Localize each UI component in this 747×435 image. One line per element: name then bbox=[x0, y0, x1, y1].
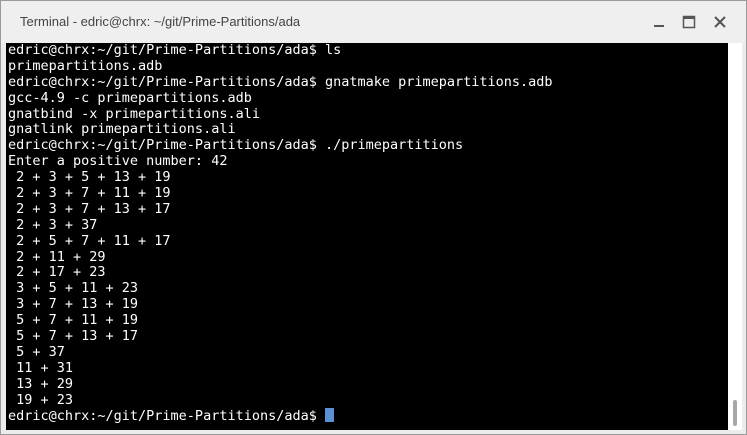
terminal-text: edric@chrx:~/git/Prime-Partitions/ada$ l… bbox=[8, 43, 553, 424]
prompt-line: edric@chrx:~/git/Prime-Partitions/ada$ bbox=[8, 408, 553, 424]
terminal-line: 5 + 37 bbox=[8, 343, 65, 360]
close-icon bbox=[714, 16, 726, 28]
prompt-text: edric@chrx:~/git/Prime-Partitions/ada$ bbox=[8, 408, 325, 425]
minimize-icon bbox=[654, 25, 664, 27]
terminal-line: 2 + 3 + 5 + 13 + 19 bbox=[8, 169, 171, 186]
window-title: Terminal - edric@chrx: ~/git/Prime-Parti… bbox=[20, 14, 301, 29]
terminal-line: 2 + 11 + 29 bbox=[8, 248, 106, 265]
minimize-button[interactable] bbox=[649, 12, 669, 32]
maximize-icon bbox=[682, 15, 696, 29]
terminal-output[interactable]: edric@chrx:~/git/Prime-Partitions/ada$ l… bbox=[6, 43, 728, 430]
scrollbar[interactable] bbox=[728, 43, 742, 430]
terminal-line: 5 + 7 + 13 + 17 bbox=[8, 328, 139, 345]
terminal-line: gnatbind -x primepartitions.ali bbox=[8, 105, 260, 122]
terminal-line: 2 + 3 + 7 + 13 + 17 bbox=[8, 200, 171, 217]
terminal-line: edric@chrx:~/git/Prime-Partitions/ada$ .… bbox=[8, 137, 464, 154]
terminal-line: edric@chrx:~/git/Prime-Partitions/ada$ g… bbox=[8, 73, 553, 90]
terminal-line: 2 + 17 + 23 bbox=[8, 264, 106, 281]
terminal-line: 2 + 5 + 7 + 11 + 17 bbox=[8, 232, 171, 249]
terminal-line: gnatlink primepartitions.ali bbox=[8, 121, 236, 138]
scrollbar-thumb[interactable] bbox=[733, 400, 737, 426]
terminal-line: 3 + 7 + 13 + 19 bbox=[8, 296, 139, 313]
terminal-line: 5 + 7 + 11 + 19 bbox=[8, 312, 139, 329]
terminal-line: Enter a positive number: 42 bbox=[8, 153, 228, 170]
title-bar[interactable]: Terminal - edric@chrx: ~/git/Prime-Parti… bbox=[1, 1, 746, 43]
close-button[interactable] bbox=[710, 12, 730, 32]
terminal-line: 19 + 23 bbox=[8, 391, 74, 408]
text-cursor bbox=[324, 408, 334, 423]
terminal-window: Terminal - edric@chrx: ~/git/Prime-Parti… bbox=[0, 0, 747, 435]
terminal-line: 2 + 3 + 37 bbox=[8, 216, 98, 233]
terminal-line: 11 + 31 bbox=[8, 359, 74, 376]
terminal-line: 13 + 29 bbox=[8, 375, 74, 392]
terminal-line: edric@chrx:~/git/Prime-Partitions/ada$ l… bbox=[8, 43, 342, 58]
terminal-line: 3 + 5 + 11 + 23 bbox=[8, 280, 139, 297]
terminal-line: primepartitions.adb bbox=[8, 57, 163, 74]
maximize-button[interactable] bbox=[679, 12, 699, 32]
terminal-line: gcc-4.9 -c primepartitions.adb bbox=[8, 89, 252, 106]
terminal-line: 2 + 3 + 7 + 11 + 19 bbox=[8, 185, 171, 202]
